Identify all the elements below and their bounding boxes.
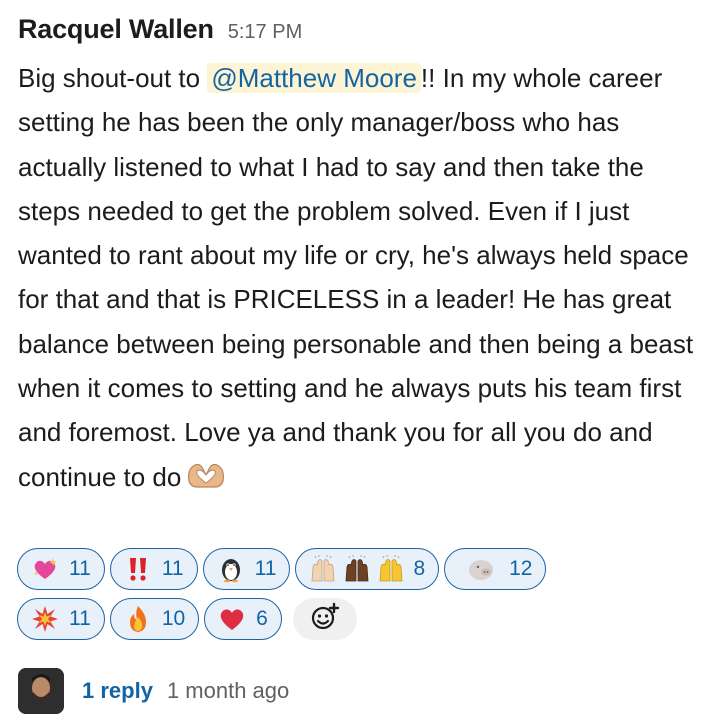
reaction-count: 11 xyxy=(254,557,277,580)
reaction-count: 10 xyxy=(161,607,186,630)
reaction-red-heart[interactable]: 6 xyxy=(204,598,282,640)
message-header: Racquel Wallen 5:17 PM xyxy=(18,14,708,54)
message-text-before: Big shout-out to xyxy=(18,63,208,93)
message: Racquel Wallen 5:17 PM Big shout-out to … xyxy=(18,14,708,502)
reactions-bar: 11 11 11 8 12 11 10 6 xyxy=(17,548,707,648)
message-timestamp[interactable]: 5:17 PM xyxy=(228,21,302,44)
thread-reply-time: 1 month ago xyxy=(166,678,290,703)
double-exclamation-icon xyxy=(124,555,152,583)
collision-icon xyxy=(31,605,59,633)
pig-face-icon xyxy=(467,555,495,583)
message-text-after: !! In my whole career setting he has bee… xyxy=(18,63,694,492)
reaction-sparkling-heart[interactable]: 11 xyxy=(17,548,105,590)
reaction-count: 11 xyxy=(161,557,184,580)
user-mention[interactable]: @Matthew Moore xyxy=(207,63,421,93)
raised-hands-dark-icon xyxy=(343,555,371,583)
reaction-double-exclamation[interactable]: 11 xyxy=(109,548,198,590)
reaction-count: 11 xyxy=(69,607,91,630)
reaction-fire[interactable]: 10 xyxy=(109,598,200,640)
reaction-pig-face[interactable]: 12 xyxy=(444,548,547,590)
reactions-row-1: 11 11 11 8 12 xyxy=(17,548,707,590)
thread-reply-link[interactable]: 1 reply xyxy=(82,678,153,704)
reactions-row-2: 11 10 6 xyxy=(17,598,707,640)
author-name[interactable]: Racquel Wallen xyxy=(18,14,214,45)
reaction-collision[interactable]: 11 xyxy=(17,598,105,640)
penguin-icon xyxy=(217,555,245,583)
reaction-count: 12 xyxy=(509,557,533,580)
add-reaction-button[interactable] xyxy=(292,598,357,640)
raised-hands-yellow-icon xyxy=(377,555,405,583)
message-body: Big shout-out to @Matthew Moore!! In my … xyxy=(18,56,702,502)
reaction-raised-hands[interactable]: 8 xyxy=(295,548,440,590)
thread-summary[interactable]: 1 reply 1 month ago xyxy=(18,668,289,714)
heart-hands-emoji-icon xyxy=(185,458,227,502)
avatar xyxy=(18,668,64,714)
raised-hands-light-icon xyxy=(309,555,337,583)
reaction-penguin[interactable]: 11 xyxy=(202,548,291,590)
reaction-count: 11 xyxy=(69,557,91,580)
reaction-count: 6 xyxy=(256,607,268,630)
reaction-count: 8 xyxy=(413,557,426,580)
fire-icon xyxy=(124,605,152,633)
red-heart-icon xyxy=(218,605,246,633)
add-emoji-icon xyxy=(310,602,340,637)
sparkling-heart-icon xyxy=(31,555,59,583)
